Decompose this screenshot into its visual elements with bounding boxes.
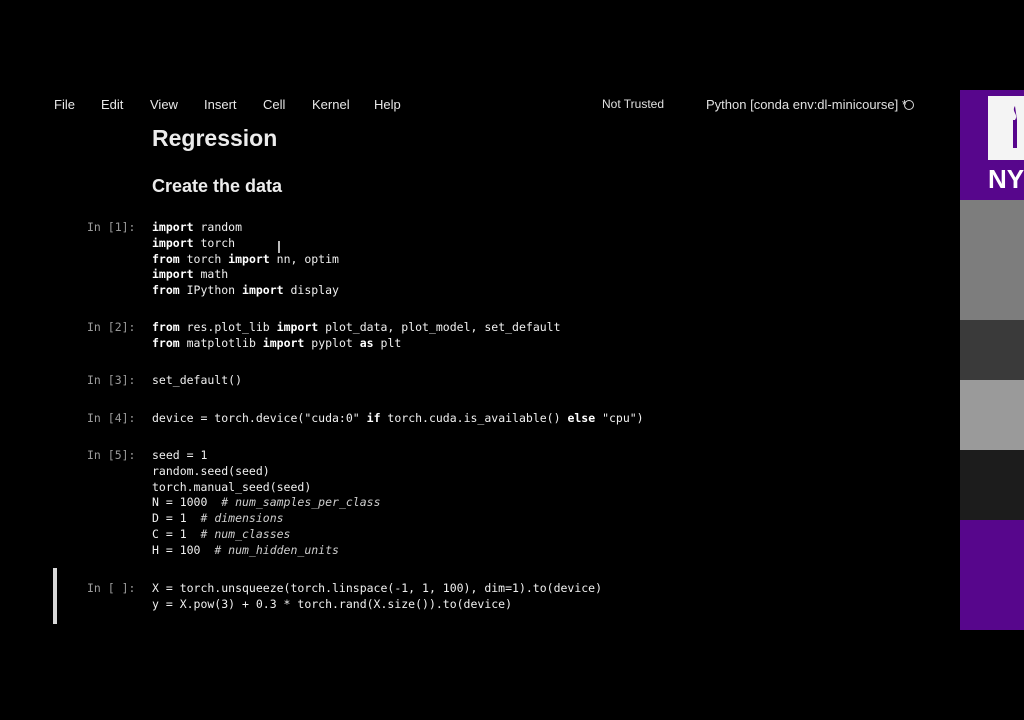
code-line: device = torch.device("cuda:0" if torch.… [152, 411, 644, 425]
cell-code[interactable]: from res.plot_lib import plot_data, plot… [152, 320, 561, 352]
code-keyword: import [152, 235, 194, 250]
code-line: from matplotlib import pyplot as plt [152, 335, 402, 350]
code-line: X = torch.unsqueeze(torch.linspace(-1, 1… [152, 581, 603, 595]
cell-code[interactable]: import random import torch from torch impo… [152, 220, 339, 299]
code-keyword: as [359, 335, 374, 350]
cell-code[interactable]: X = torch.unsqueeze(torch.linspace(-1, 1… [152, 581, 602, 613]
menu-edit[interactable]: Edit [101, 97, 123, 112]
section-heading: Create the data [152, 176, 283, 196]
code-line: H = 100 # num_hidden_units [152, 542, 339, 557]
code-comment: # num_samples_per_class [221, 495, 381, 510]
notebook-title: Regression [152, 125, 278, 151]
kernel-name: Python [conda env:dl-minicourse] * [706, 97, 907, 112]
code-keyword: from [152, 283, 180, 298]
code-line: import math [152, 267, 229, 282]
code-line: y = X.pow(3) + 0.3 * torch.rand(X.size()… [152, 596, 513, 611]
code-keyword: import [262, 335, 305, 350]
cell-prompt: In [4]: [87, 411, 136, 425]
code-keyword: import [152, 267, 194, 282]
code-line: seed = 1 [152, 448, 208, 462]
active-cell-indicator [53, 568, 57, 624]
menu-help[interactable]: Help [374, 97, 401, 112]
cell-code[interactable]: seed = 1 random.seed(seed) torch.manual_se… [152, 448, 381, 559]
menu-cell[interactable]: Cell [263, 97, 285, 112]
code-keyword: from [152, 251, 180, 266]
university-logo-panel [960, 520, 1024, 630]
logo-text: NY [988, 164, 1024, 194]
code-keyword: import [242, 283, 284, 298]
code-keyword: else [567, 411, 596, 425]
cell-prompt: In [5]: [87, 448, 136, 462]
code-line: N = 1000 # num_samples_per_class [152, 495, 381, 510]
cell-prompt: In [2]: [87, 320, 136, 334]
code-comment: # dimensions [200, 511, 284, 526]
code-line: torch.manual_seed(seed) [152, 479, 312, 494]
code-keyword: import [228, 251, 270, 266]
code-keyword: import [276, 320, 319, 334]
cell-code[interactable]: set_default() [152, 373, 242, 389]
menu-insert[interactable]: Insert [204, 97, 237, 112]
code-keyword: from [152, 320, 180, 334]
webcam-region [960, 200, 1024, 320]
webcam-region [960, 380, 1024, 450]
code-comment: # num_hidden_units [214, 542, 339, 557]
code-line: import random [152, 220, 243, 234]
code-line: set_default() [152, 373, 243, 387]
menu-file[interactable]: File [54, 97, 75, 112]
cell-prompt: In [ ]: [87, 581, 136, 595]
trust-status-button[interactable]: Not Trusted [602, 97, 664, 111]
text-cursor-icon [278, 241, 280, 253]
code-comment: # num_classes [200, 526, 291, 541]
code-keyword: from [152, 335, 180, 350]
menu-view[interactable]: View [150, 97, 178, 112]
code-keyword: if [366, 411, 381, 425]
code-keyword: import [152, 220, 194, 234]
code-line: import torch [152, 235, 236, 250]
code-line: from IPython import display [152, 283, 339, 298]
code-line: D = 1 # dimensions [152, 511, 284, 526]
kernel-idle-indicator-icon [904, 100, 914, 110]
cell-prompt: In [3]: [87, 373, 136, 387]
menu-bar: File Edit View Insert Cell Kernel Help N… [0, 93, 960, 117]
code-line: from torch import nn, optim [152, 251, 339, 266]
torch-logo-icon [1013, 106, 1017, 148]
cell-prompt: In [1]: [87, 220, 136, 234]
code-line: C = 1 # num_classes [152, 526, 291, 541]
webcam-region [960, 320, 1024, 380]
code-line: from res.plot_lib import plot_data, plot… [152, 320, 561, 334]
code-line: random.seed(seed) [152, 463, 270, 478]
webcam-region [960, 450, 1024, 520]
menu-kernel[interactable]: Kernel [312, 97, 350, 112]
cell-code[interactable]: device = torch.device("cuda:0" if torch.… [152, 411, 644, 427]
